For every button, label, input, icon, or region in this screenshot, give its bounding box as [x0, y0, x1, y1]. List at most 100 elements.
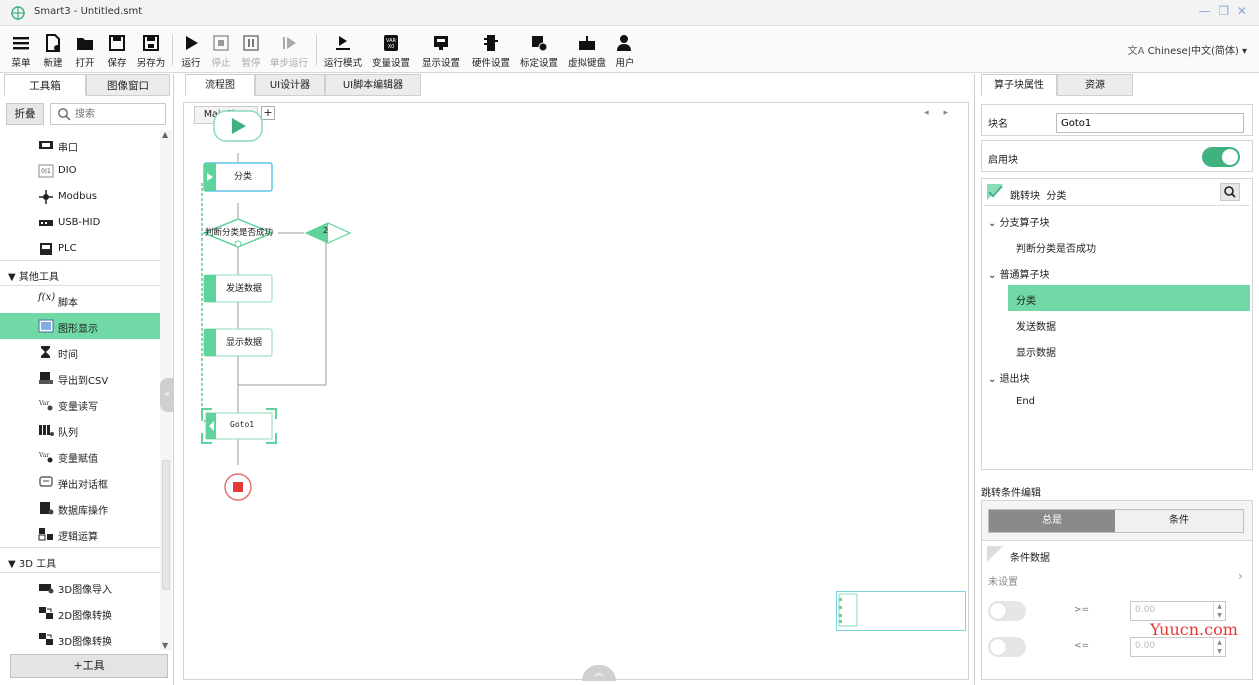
modbus-icon [39, 190, 53, 204]
flow-minimap[interactable] [836, 591, 966, 631]
pause-icon [243, 35, 259, 51]
database-icon [40, 502, 54, 515]
end-node[interactable] [224, 473, 252, 501]
tool-item-usb-hid[interactable]: USB-HID [0, 210, 160, 236]
usb-icon [39, 220, 53, 226]
jump-search-button[interactable] [1220, 183, 1240, 201]
tab-resources[interactable]: 资源 [1057, 74, 1133, 96]
ge-condition-toggle[interactable] [988, 601, 1026, 621]
le-value-field[interactable]: 0.00 ▲ ▼ [1130, 637, 1226, 657]
save-as-button[interactable]: 另存为 [134, 27, 168, 73]
flow-canvas[interactable]: MainFlow + ◂ ▸ [183, 102, 969, 681]
window-controls[interactable]: — ❐ ✕ [1199, 4, 1249, 18]
tool-item-modbus[interactable]: Modbus [0, 184, 160, 210]
spin-down-icon[interactable]: ▼ [1217, 612, 1222, 619]
hardware-settings-button[interactable]: 硬件设置 [468, 27, 514, 73]
new-file-icon [46, 34, 60, 52]
display-settings-button[interactable]: 显示设置 [418, 27, 464, 73]
le-condition-toggle[interactable] [988, 637, 1026, 657]
segment-condition[interactable]: 条件 [1115, 510, 1243, 532]
group-other-tools[interactable]: ▼ 其他工具 [0, 260, 160, 286]
tool-item-database[interactable]: 数据库操作 [0, 495, 160, 521]
tool-item-graphic-display[interactable]: 图形显示 [0, 313, 160, 339]
enable-block-toggle[interactable] [1202, 147, 1240, 167]
segment-always[interactable]: 总是 [989, 510, 1115, 532]
spin-down-icon[interactable]: ▼ [1217, 648, 1222, 655]
tab-toolbox[interactable]: 工具箱 [4, 74, 86, 96]
ge-value-field[interactable]: 0.00 ▲ ▼ [1130, 601, 1226, 621]
tool-item-logic[interactable]: 逻辑运算 [0, 521, 160, 547]
user-button[interactable]: 用户 [610, 27, 640, 73]
chevron-down-icon: ⌄ [988, 374, 1000, 385]
tool-item-script[interactable]: f(x) 脚本 [0, 287, 160, 313]
start-node[interactable] [213, 110, 263, 142]
fold-button[interactable]: 折叠 [6, 103, 44, 125]
search-box[interactable] [50, 103, 166, 125]
tool-item-serial[interactable]: 串口 [0, 132, 160, 158]
tree-exit-blocks[interactable]: ⌄ 退出块 [982, 363, 1250, 389]
open-button[interactable]: 打开 [70, 27, 100, 73]
tree-branch-blocks[interactable]: ⌄ 分支算子块 [982, 207, 1250, 233]
tab-block-properties[interactable]: 算子块属性 [981, 74, 1057, 96]
tree-item-judge[interactable]: 判断分类是否成功 [982, 233, 1250, 259]
chevron-right-icon[interactable]: › [1238, 569, 1243, 583]
language-selector[interactable]: 文A Chinese|中文(简体) ▾ [1128, 42, 1247, 57]
search-input[interactable] [75, 106, 161, 122]
spin-buttons[interactable]: ▲ ▼ [1213, 602, 1225, 620]
spin-buttons[interactable]: ▲ ▼ [1213, 638, 1225, 656]
pause-button[interactable]: 暂停 [236, 27, 266, 73]
tool-item-queue[interactable]: 队列 [0, 417, 160, 443]
run-button[interactable]: 运行 [176, 27, 206, 73]
tab-image-window[interactable]: 图像窗口 [86, 74, 170, 96]
serial-port-icon [39, 141, 53, 149]
calibration-settings-button[interactable]: 标定设置 [516, 27, 562, 73]
tab-flowchart[interactable]: 流程图 [185, 74, 255, 96]
collapse-left-panel-handle[interactable]: « [160, 378, 174, 412]
caret-down-icon: ▼ [8, 559, 19, 570]
tool-item-variable-rw[interactable]: Var 变量读写 [0, 391, 160, 417]
step-run-button[interactable]: 单步运行 [266, 27, 312, 73]
spin-up-icon[interactable]: ▲ [1217, 639, 1222, 646]
scrollbar-thumb[interactable] [162, 460, 170, 590]
new-button[interactable]: 新建 [38, 27, 68, 73]
spin-up-icon[interactable]: ▲ [1217, 603, 1222, 610]
tree-item-classify[interactable]: 分类 [1008, 285, 1250, 311]
export-csv-icon [39, 372, 53, 384]
variable-settings-button[interactable]: VAR X0 变量设置 [368, 27, 414, 73]
scroll-up-icon[interactable]: ▲ [162, 130, 168, 139]
group-3d-tools[interactable]: ▼ 3D 工具 [0, 547, 160, 573]
add-tool-button[interactable]: +工具 [10, 654, 168, 678]
virtual-keyboard-button[interactable]: 虚拟键盘 [564, 27, 610, 73]
tool-item-plc[interactable]: PLC [0, 236, 160, 262]
tool-item-3d-import[interactable]: 3D图像导入 [0, 574, 160, 600]
run-mode-button[interactable]: 运行模式 [320, 27, 366, 73]
tab-ui-script-editor[interactable]: UI脚本编辑器 [325, 74, 421, 96]
tool-item-3d-convert[interactable]: 3D图像转换 [0, 626, 160, 652]
search-icon [1224, 186, 1236, 198]
stop-icon [213, 35, 229, 51]
tool-item-export-csv[interactable]: 导出到CSV [0, 365, 160, 391]
condition-mode-segment: 总是 条件 [988, 509, 1244, 533]
tool-item-dio[interactable]: 0|1 DIO [0, 158, 160, 184]
image-convert-icon [39, 607, 53, 619]
keyboard-icon [579, 36, 595, 50]
menu-button[interactable]: 菜单 [6, 27, 36, 73]
enable-block-label: 启用块 [988, 155, 1018, 166]
tool-item-variable-assign[interactable]: Var 变量赋值 [0, 443, 160, 469]
tool-item-time[interactable]: 时间 [0, 339, 160, 365]
tree-item-show-data[interactable]: 显示数据 [982, 337, 1250, 363]
tool-item-2d-convert[interactable]: 2D图像转换 [0, 600, 160, 626]
function-icon: f(x) [38, 292, 56, 303]
tree-normal-blocks[interactable]: ⌄ 普通算子块 [982, 259, 1250, 285]
save-button[interactable]: 保存 [102, 27, 132, 73]
save-icon [109, 35, 125, 51]
tree-item-end[interactable]: End [982, 389, 1250, 415]
tool-item-popup-dialog[interactable]: 弹出对话框 [0, 469, 160, 495]
scroll-down-icon[interactable]: ▼ [162, 641, 168, 650]
tree-item-send-data[interactable]: 发送数据 [982, 311, 1250, 337]
divider [984, 205, 1250, 206]
chevron-down-icon: ⌄ [988, 218, 1000, 229]
tab-ui-designer[interactable]: UI设计器 [255, 74, 325, 96]
block-name-input[interactable] [1056, 113, 1244, 133]
stop-button[interactable]: 停止 [206, 27, 236, 73]
